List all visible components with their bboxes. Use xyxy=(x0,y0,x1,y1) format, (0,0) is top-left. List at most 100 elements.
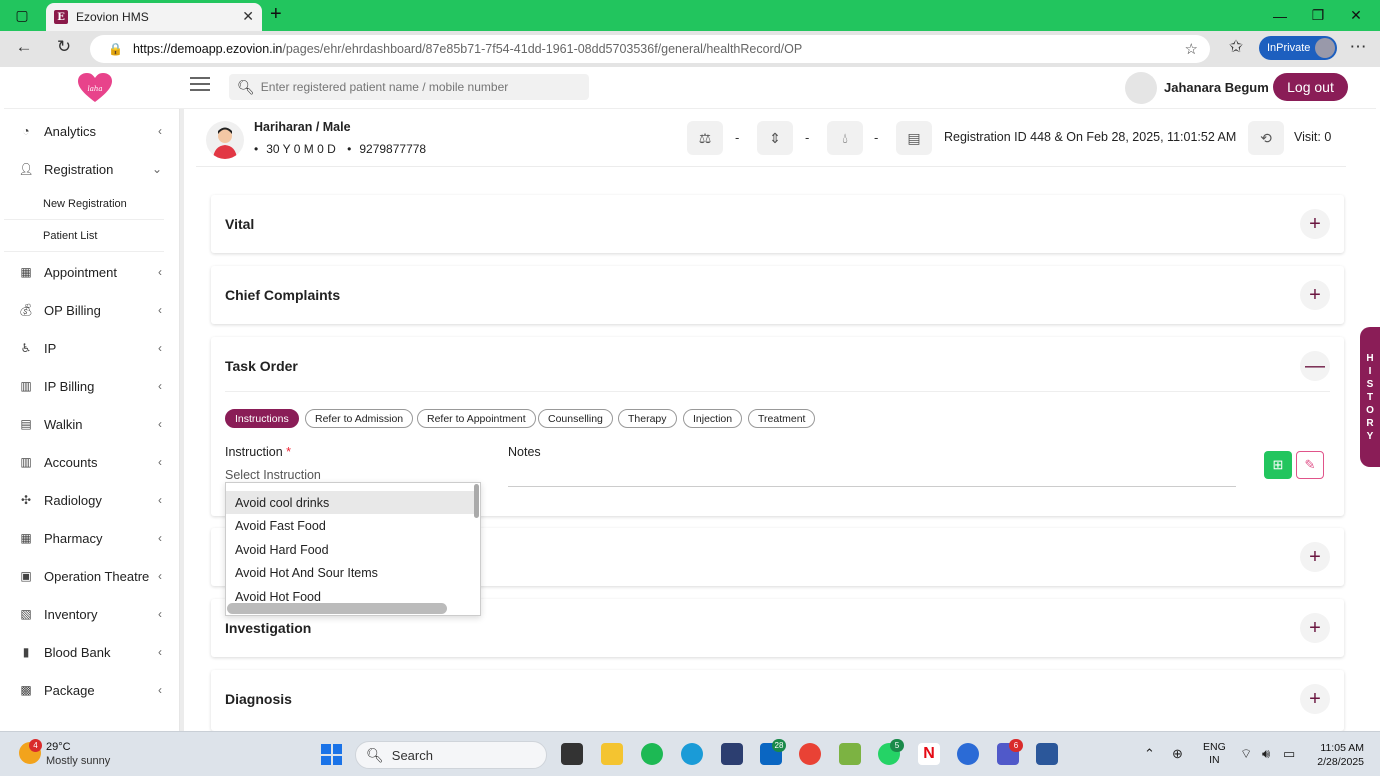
blood-drop-icon[interactable]: 💧︎ xyxy=(827,121,863,155)
sidebar-item-blood-bank[interactable]: ▮ Blood Bank ‹ xyxy=(4,633,180,671)
tab-refer-to-admission[interactable]: Refer to Admission xyxy=(305,409,414,428)
chrome-icon[interactable] xyxy=(799,743,821,765)
tray-chevron-icon[interactable]: ⌃ xyxy=(1144,746,1155,762)
clear-broom-icon[interactable]: ✎ xyxy=(1296,451,1324,479)
dropdown-option[interactable]: Avoid Hot And Sour Items xyxy=(226,562,474,585)
user-avatar[interactable] xyxy=(1125,72,1157,104)
weather-temperature[interactable]: 29°C xyxy=(46,741,71,753)
history-letter: T xyxy=(1366,391,1374,403)
sheets-app-icon[interactable] xyxy=(839,743,861,765)
vital-card[interactable]: Vital + xyxy=(211,195,1344,253)
inprivate-badge[interactable]: InPrivate xyxy=(1259,36,1337,60)
sidebar-subitem-patient-list[interactable]: Patient List xyxy=(4,220,164,252)
tab-treatment[interactable]: Treatment xyxy=(748,409,816,428)
instruction-select[interactable]: Select Instruction xyxy=(225,468,321,482)
sidebar-item-inventory[interactable]: ▧ Inventory ‹ xyxy=(4,595,180,633)
close-window-icon[interactable]: ✕ xyxy=(1336,0,1376,31)
sidebar-item-radiology[interactable]: ✣ Radiology ‹ xyxy=(4,481,180,519)
patient-search-input[interactable] xyxy=(260,80,581,94)
diagnosis-card[interactable]: Diagnosis + xyxy=(211,670,1344,731)
tab-instructions[interactable]: Instructions xyxy=(225,409,299,428)
sidebar-item-pharmacy[interactable]: ▦ Pharmacy ‹ xyxy=(4,519,180,557)
history-letter: S xyxy=(1366,378,1374,390)
investigation-title: Investigation xyxy=(225,620,312,636)
collapse-minus-icon[interactable]: — xyxy=(1300,351,1330,381)
minimize-icon[interactable]: — xyxy=(1260,0,1300,31)
expand-plus-icon[interactable]: + xyxy=(1300,542,1330,572)
refresh-icon[interactable]: ↻ xyxy=(52,37,76,57)
favorites-icon[interactable]: ✩ xyxy=(1224,37,1248,57)
more-menu-icon[interactable]: ⋯ xyxy=(1346,37,1370,57)
battery-icon[interactable]: ▭ xyxy=(1283,746,1295,762)
clipboard-icon: ▤ xyxy=(20,417,32,431)
expand-plus-icon[interactable]: + xyxy=(1300,280,1330,310)
sidebar-item-walkin[interactable]: ▤ Walkin ‹ xyxy=(4,405,180,443)
expand-plus-icon[interactable]: + xyxy=(1300,684,1330,714)
tab-refer-to-appointment[interactable]: Refer to Appointment xyxy=(417,409,536,428)
tab-title: Ezovion HMS xyxy=(76,10,149,24)
url-host: https://demoapp.ezovion.in xyxy=(132,42,283,56)
dropdown-vertical-scrollbar[interactable] xyxy=(474,484,479,518)
sidebar-subitem-new-registration[interactable]: New Registration xyxy=(4,188,164,220)
menu-toggle-icon[interactable] xyxy=(190,77,210,93)
sidebar-item-ip-billing[interactable]: ▥ IP Billing ‹ xyxy=(4,367,180,405)
spotify-icon[interactable] xyxy=(641,743,663,765)
close-tab-icon[interactable]: ✕ xyxy=(242,8,254,25)
netflix-icon[interactable]: N xyxy=(918,743,940,765)
tab-therapy[interactable]: Therapy xyxy=(618,409,677,428)
chevron-left-icon: ‹ xyxy=(158,379,162,393)
address-bar[interactable]: 🔒 https://demoapp.ezovion.in /pages/ehr/… xyxy=(90,35,1210,63)
sidebar-item-registration[interactable]: 👤︎ Registration ⌄ xyxy=(4,150,180,188)
sidebar-item-package[interactable]: ▩ Package ‹ xyxy=(4,671,180,709)
package-icon: ▩ xyxy=(20,683,32,697)
network-globe-icon[interactable]: ⊕ xyxy=(1172,746,1183,762)
sidebar-item-appointment[interactable]: ▦ Appointment ‹ xyxy=(4,253,180,291)
dropdown-option[interactable]: Avoid Hard Food xyxy=(226,538,474,561)
add-square-icon[interactable]: ⊞ xyxy=(1264,451,1292,479)
sidebar-item-op-billing[interactable]: 💰︎ OP Billing ‹ xyxy=(4,291,180,329)
expand-plus-icon[interactable]: + xyxy=(1300,613,1330,643)
edge-icon[interactable] xyxy=(681,743,703,765)
tab-actions-icon[interactable]: ▢ xyxy=(2,0,42,31)
tab-injection[interactable]: Injection xyxy=(683,409,743,428)
clock[interactable]: 11:05 AM 2/28/2025 xyxy=(1310,741,1364,769)
sidebar-item-accounts[interactable]: ▥ Accounts ‹ xyxy=(4,443,180,481)
dropdown-option[interactable]: Avoid cool drinks xyxy=(226,491,474,514)
word-icon[interactable] xyxy=(1036,743,1058,765)
sidebar-item-ip[interactable]: ♿︎ IP ‹ xyxy=(4,329,180,367)
chevron-left-icon: ‹ xyxy=(158,303,162,317)
sidebar-item-operation-theatre[interactable]: ▣ Operation Theatre ‹ xyxy=(4,557,180,595)
dropdown-option[interactable]: Avoid Fast Food xyxy=(226,515,474,538)
logout-button[interactable]: Log out xyxy=(1273,73,1348,101)
browser-tab[interactable]: E Ezovion HMS ✕ xyxy=(46,3,262,31)
chief-complaints-card[interactable]: Chief Complaints + xyxy=(211,266,1344,324)
app-icon[interactable] xyxy=(721,743,743,765)
back-icon[interactable]: ← xyxy=(12,37,36,57)
language-indicator[interactable]: ENG IN xyxy=(1203,741,1226,767)
task-view-icon[interactable] xyxy=(561,743,583,765)
visit-history-icon[interactable]: ⟲ xyxy=(1248,121,1284,155)
file-explorer-icon[interactable] xyxy=(601,743,623,765)
weight-scale-icon[interactable]: ⚖ xyxy=(687,121,723,155)
app-circle-icon[interactable] xyxy=(957,743,979,765)
chief-complaints-title: Chief Complaints xyxy=(225,287,341,303)
favorite-star-icon[interactable]: ☆ xyxy=(1185,40,1198,58)
weather-description[interactable]: Mostly sunny xyxy=(46,755,110,767)
patient-avatar-icon xyxy=(213,127,237,159)
registration-doc-icon[interactable]: ▤ xyxy=(896,121,932,155)
windows-start-icon[interactable] xyxy=(321,744,342,765)
chart-pie-icon: ◔ xyxy=(22,124,30,138)
wifi-icon[interactable]: ⌔ xyxy=(1240,746,1252,762)
restore-icon[interactable]: ❐ xyxy=(1298,0,1338,31)
dropdown-horizontal-scrollbar[interactable] xyxy=(227,603,447,614)
notes-textarea[interactable] xyxy=(508,464,1236,487)
sidebar-item-analytics[interactable]: ◔ Analytics ‹ xyxy=(4,112,180,150)
expand-plus-icon[interactable]: + xyxy=(1300,209,1330,239)
tab-counselling[interactable]: Counselling xyxy=(538,409,613,428)
new-tab-icon[interactable]: + xyxy=(270,3,282,26)
taskbar-search[interactable]: 🔍︎ Search xyxy=(355,741,547,769)
height-icon[interactable]: ⇕ xyxy=(757,121,793,155)
sidebar-scrollbar[interactable] xyxy=(180,109,184,731)
volume-icon[interactable]: 🔊︎ xyxy=(1262,746,1270,762)
history-side-tab[interactable]: HISTORY xyxy=(1360,327,1380,467)
